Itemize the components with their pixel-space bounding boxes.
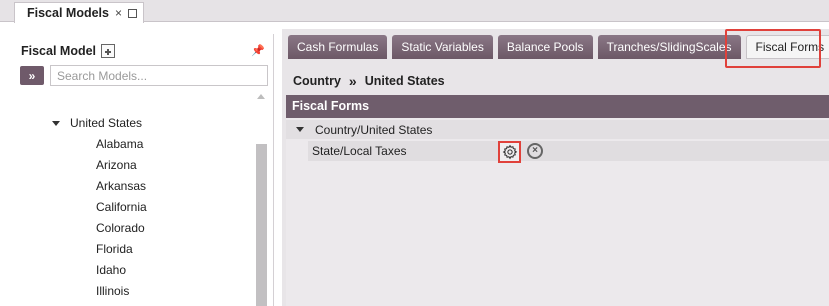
tree-node-illinois[interactable]: Illinois [96, 284, 129, 298]
breadcrumb-separator-icon: » [348, 73, 357, 89]
group-row-country-united-states[interactable]: Country/United States [286, 120, 829, 139]
fiscal-model-title: Fiscal Model [21, 44, 97, 58]
tree-node-california[interactable]: California [96, 200, 147, 214]
tab-static-variables[interactable]: Static Variables [392, 35, 493, 59]
gear-icon [502, 144, 517, 160]
add-square-icon[interactable] [101, 44, 116, 58]
scroll-up-arrow-icon[interactable] [257, 94, 265, 99]
restore-window-icon[interactable] [128, 8, 137, 18]
fiscal-tabs: Cash Formulas Static Variables Balance P… [288, 35, 829, 59]
tree-node-arizona[interactable]: Arizona [96, 158, 137, 172]
section-header: Fiscal Forms [286, 95, 829, 118]
breadcrumb-current: United States [364, 74, 445, 88]
remove-circle-icon[interactable]: × [527, 143, 543, 159]
tree-node-arkansas[interactable]: Arkansas [96, 179, 146, 193]
settings-button[interactable] [498, 141, 521, 163]
tab-balance-pools[interactable]: Balance Pools [497, 35, 593, 59]
search-models-input[interactable] [50, 65, 268, 86]
document-tab-fiscal-models[interactable]: Fiscal Models × [14, 2, 144, 23]
tree-node-colorado[interactable]: Colorado [96, 221, 145, 235]
collapse-triangle-icon[interactable] [296, 127, 304, 132]
tree-node-idaho[interactable]: Idaho [96, 263, 126, 277]
breadcrumb-root[interactable]: Country [293, 74, 341, 88]
tree-node-label: United States [70, 116, 143, 130]
document-tab-label: Fiscal Models [27, 6, 109, 20]
tab-tranches-slidingscales[interactable]: Tranches/SlidingScales [597, 35, 741, 59]
fiscal-model-panel: Fiscal Model 📌 » United States Alabama A… [14, 34, 274, 306]
scrollbar-thumb[interactable] [256, 144, 267, 306]
list-item-state-local-taxes[interactable]: State/Local Taxes [308, 141, 829, 161]
tab-cash-formulas[interactable]: Cash Formulas [288, 35, 388, 59]
pin-icon[interactable]: 📌 [251, 44, 265, 57]
group-label: Country/United States [315, 122, 433, 137]
close-tab-icon[interactable]: × [115, 6, 122, 20]
collapse-triangle-icon[interactable] [52, 120, 60, 126]
tab-fiscal-forms[interactable]: Fiscal Forms [745, 35, 829, 59]
document-tab-strip: Fiscal Models × [0, 0, 829, 23]
tree-node-alabama[interactable]: Alabama [96, 137, 143, 151]
breadcrumb: Country » United States [293, 73, 445, 89]
fiscal-forms-list: Country/United States State/Local Taxes … [286, 118, 829, 306]
list-item-label: State/Local Taxes [312, 144, 407, 158]
fiscal-model-header: Fiscal Model [21, 44, 116, 58]
fiscal-detail-panel: Cash Formulas Static Variables Balance P… [282, 29, 829, 306]
tree-scrollbar[interactable] [255, 92, 268, 306]
expand-panel-button[interactable]: » [20, 66, 44, 85]
tree-node-florida[interactable]: Florida [96, 242, 133, 256]
tree-node-united-states[interactable]: United States [52, 116, 142, 130]
